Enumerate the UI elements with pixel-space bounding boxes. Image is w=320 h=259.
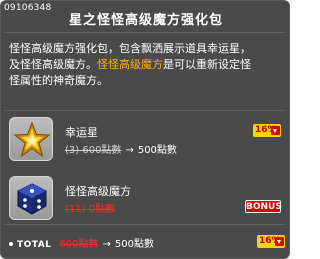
total-label: TOTAL (17, 240, 52, 250)
arrow-right-icon: → (125, 145, 134, 156)
package-item-row: 幸运星 (3) 600點數→500點數 16% (7, 116, 285, 162)
package-description: 怪怪高级魔方强化包，包含飘洒展示道具幸运星， 及怪怪高级魔方。怪怪高级魔方是可以… (9, 41, 284, 89)
item-new-price: 500點數 (137, 145, 177, 156)
item-name: 怪怪高级魔方 (65, 185, 131, 198)
description-line: 是可以重新设定怪 (163, 58, 251, 71)
package-item-row: 怪怪高级魔方 (11) 0點數 BONUS (7, 175, 285, 221)
divider (5, 110, 285, 111)
total-row: TOTAL 600點數→500點數 16% (9, 235, 285, 250)
down-arrow-icon (271, 126, 280, 135)
item-price: (11) 0點數 (65, 200, 115, 215)
description-line: 及怪怪高级魔方。 (9, 58, 97, 71)
item-old-price: (11) 0點數 (65, 204, 116, 215)
description-highlight: 怪怪高级魔方 (97, 58, 163, 71)
monster-cube-icon (9, 176, 53, 220)
description-line: 怪怪高级魔方强化包，包含飘洒展示道具幸运星， (9, 42, 251, 55)
item-tooltip-panel: 09106348 星之怪怪高级魔方强化包 怪怪高级魔方强化包，包含飘洒展示道具幸… (0, 0, 290, 259)
bonus-badge: BONUS (245, 200, 282, 213)
down-arrow-icon (275, 237, 284, 246)
package-title: 星之怪怪高级魔方强化包 (68, 13, 223, 28)
item-name: 幸运星 (65, 126, 98, 139)
divider (5, 224, 285, 225)
total-new-price: 500點數 (114, 239, 155, 250)
item-old-price: (3) 600點數 (65, 145, 122, 156)
total-old-price: 600點數 (59, 239, 99, 250)
arrow-right-icon: → (102, 239, 111, 250)
description-line: 怪属性的神奇魔方。 (9, 74, 108, 87)
divider (5, 32, 285, 33)
lucky-star-icon (9, 117, 53, 161)
discount-badge: 16% (253, 124, 281, 137)
discount-badge: 16% (257, 235, 285, 248)
bullet-icon (9, 242, 13, 246)
item-price: (3) 600點數 → 500點數 (65, 141, 177, 156)
